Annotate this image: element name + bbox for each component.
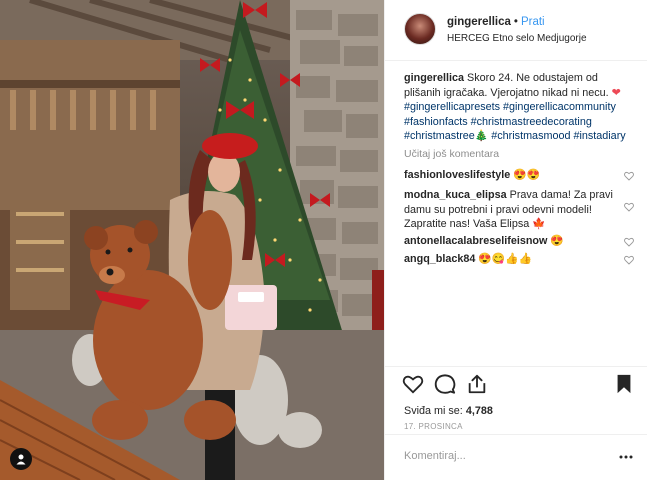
comment-username[interactable]: modna_kuca_elipsa: [404, 189, 507, 201]
tree-emoji: 🎄: [474, 130, 489, 142]
separator-dot: •: [513, 16, 518, 28]
user-tag-button[interactable]: [10, 448, 32, 470]
add-comment-section: [385, 434, 647, 480]
comment-input[interactable]: [404, 450, 604, 462]
post-photo[interactable]: [0, 0, 384, 480]
bookmark-filled-icon[interactable]: [613, 373, 635, 395]
heart-outline-icon[interactable]: [402, 373, 424, 395]
likes-number: 4,788: [465, 405, 493, 417]
post-side-panel: gingerellica • Prati HERCEG Etno selo Medj…: [384, 0, 647, 480]
person-icon: [16, 454, 26, 465]
comment-username[interactable]: fashionloveslifestyle: [404, 169, 510, 181]
caption-hashtags-3[interactable]: #christmasmood #instadiary: [491, 130, 625, 142]
heart-emoji: ❤: [611, 86, 621, 99]
comment-item: angq_black84 😍😋👍👍: [404, 252, 619, 267]
avatar[interactable]: [404, 13, 436, 45]
comment-item: antonellacalabreselifeisnow 😍: [404, 234, 619, 249]
comment-text: 😍😍: [513, 169, 541, 181]
ellipsis-icon[interactable]: [618, 449, 634, 465]
comment-text: 😍: [550, 235, 564, 247]
comment-like-heart-icon[interactable]: [624, 171, 634, 181]
post-date: 17. PROSINCA: [404, 422, 463, 431]
caption-username[interactable]: gingerellica: [404, 72, 464, 84]
comment-username[interactable]: angq_black84: [404, 253, 475, 265]
likes-label: Sviđa mi se:: [404, 405, 463, 417]
comment-like-heart-icon[interactable]: [624, 255, 634, 265]
caption-hashtag-christmastree[interactable]: #christmastree: [404, 130, 475, 142]
comment-item: modna_kuca_elipsa Prava dama! Za pravi d…: [404, 188, 619, 232]
comment-like-heart-icon[interactable]: [624, 237, 634, 247]
caption-hashtags-2[interactable]: #fashionfacts #christmastreedecorating: [404, 116, 592, 128]
share-upload-icon[interactable]: [466, 373, 488, 395]
location-link[interactable]: HERCEG Etno selo Medjugorje: [447, 33, 587, 44]
comments-section: gingerellica Skoro 24. Ne odustajem od p…: [385, 61, 647, 366]
comment-item: fashionloveslifestyle 😍😍: [404, 168, 619, 183]
load-more-comments-button[interactable]: Učitaj još komentara: [404, 148, 499, 160]
header-username[interactable]: gingerellica: [447, 16, 511, 28]
comment-text: 😍😋👍👍: [478, 253, 533, 265]
post-caption: gingerellica Skoro 24. Ne odustajem od p…: [404, 71, 634, 144]
caption-hashtags-1[interactable]: #gingerellicapresets #gingerellicacommun…: [404, 101, 616, 113]
photo-illustration: [0, 0, 384, 480]
header-user-line: gingerellica • Prati: [447, 16, 545, 28]
post-header: gingerellica • Prati HERCEG Etno selo Medj…: [385, 0, 647, 61]
follow-button[interactable]: Prati: [521, 16, 545, 28]
comment-username[interactable]: antonellacalabreselifeisnow: [404, 235, 547, 247]
speech-bubble-icon[interactable]: [434, 373, 456, 395]
comment-like-heart-icon[interactable]: [624, 202, 634, 212]
likes-count[interactable]: Sviđa mi se: 4,788: [404, 405, 493, 417]
